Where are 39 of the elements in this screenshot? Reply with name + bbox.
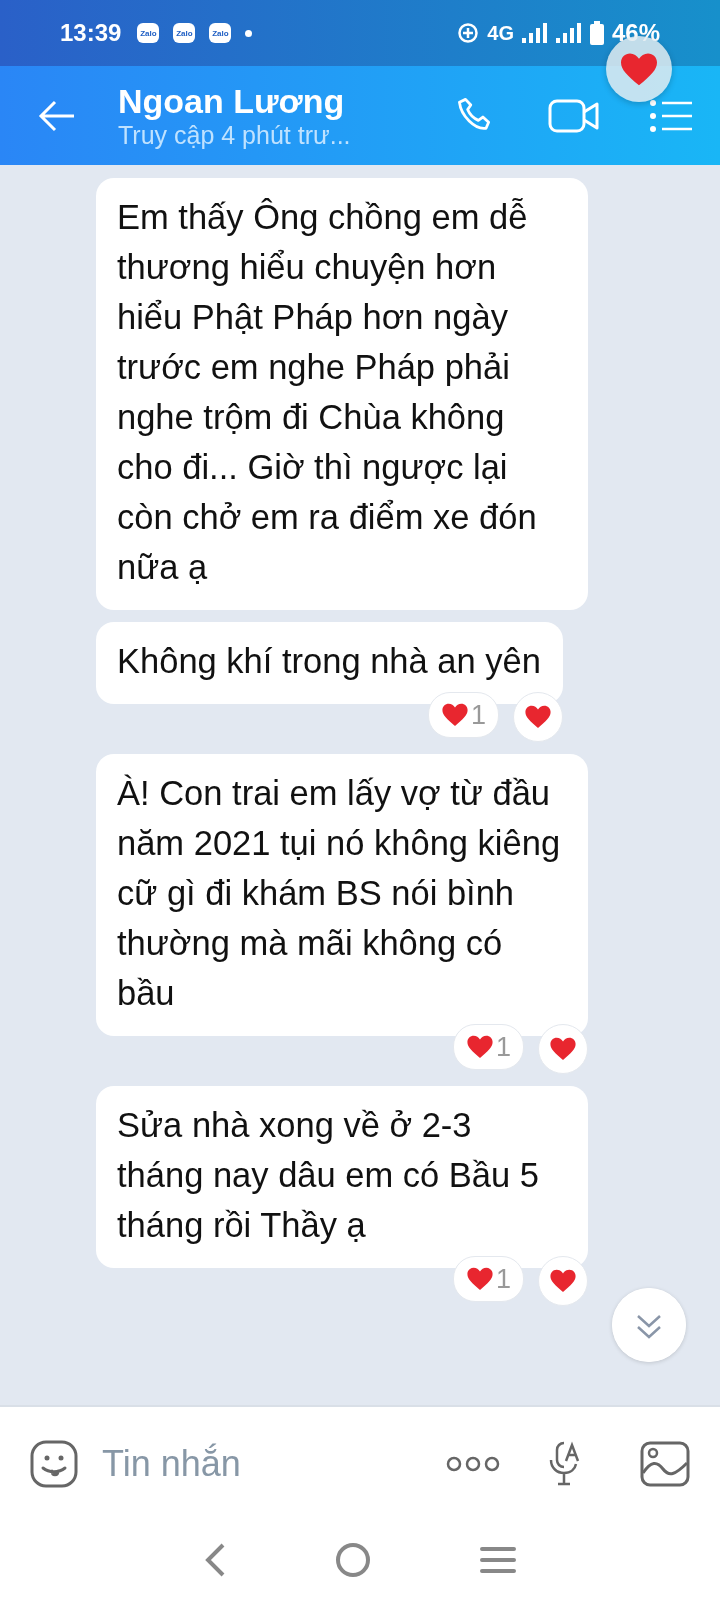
app-notification-icon: Zalo xyxy=(173,23,196,43)
voice-to-text-icon[interactable] xyxy=(548,1440,582,1487)
data-saver-icon xyxy=(457,22,480,44)
reaction-count[interactable]: 1 xyxy=(452,1024,524,1070)
message-bubble: Em thấy Ông chồng em dễ thương hiểu chuyện hơn hiểu Phật Pháp hơn ngày trước em nghe Pháp phải nghe trộm đi Chùa không cho đi... Giờ thì ngược lại còn chở em ra điểm xe đón nữa ạ xyxy=(96,178,588,610)
home-icon[interactable] xyxy=(335,1542,371,1578)
video-call-icon[interactable] xyxy=(548,97,600,134)
sticker-face-icon[interactable] xyxy=(30,1439,78,1488)
back-arrow-icon[interactable] xyxy=(38,99,76,132)
battery-percent: 46% xyxy=(611,19,660,47)
heart-icon xyxy=(619,51,659,87)
menu-list-icon[interactable] xyxy=(650,99,692,132)
message-bubble: Sửa nhà xong về ở 2-3 tháng nay dâu em có Bầu 5 tháng rồi Thầy ạ xyxy=(96,1086,588,1268)
network-type: 4G xyxy=(487,21,514,45)
reaction-count[interactable]: 1 xyxy=(452,1256,524,1302)
signal-icon xyxy=(521,22,548,44)
more-notifications-icon xyxy=(245,29,253,37)
scroll-down-button[interactable] xyxy=(612,1288,686,1362)
image-icon[interactable] xyxy=(640,1440,690,1487)
heart-icon xyxy=(549,1268,577,1294)
contact-name: Ngoan Lương xyxy=(118,81,346,120)
heart-icon xyxy=(549,1036,577,1062)
menu-icon[interactable] xyxy=(479,1546,516,1574)
message-bubble: Không khí trong nhà an yên xyxy=(96,622,563,704)
back-icon[interactable] xyxy=(204,1543,227,1577)
heart-icon xyxy=(440,702,469,728)
last-seen-status: Truy cập 4 phút trư... xyxy=(118,120,352,150)
message-bubble: À! Con trai em lấy vợ từ đầu năm 2021 tụi nó không kiêng cữ gì đi khám BS nói bình thường mà mãi không có bầu xyxy=(96,754,588,1036)
clock: 13:39 xyxy=(60,19,122,47)
heart-icon xyxy=(523,704,552,730)
reaction-count[interactable]: 1 xyxy=(427,692,499,738)
battery-icon xyxy=(589,21,604,45)
app-notification-icon: Zalo xyxy=(209,23,232,43)
heart-icon xyxy=(465,1266,494,1292)
message-input[interactable]: Tin nhắn xyxy=(100,1441,446,1486)
signal-icon xyxy=(555,22,582,44)
app-notification-icon: Zalo xyxy=(137,23,160,43)
heart-icon xyxy=(465,1034,494,1060)
more-icon[interactable] xyxy=(446,1454,500,1473)
